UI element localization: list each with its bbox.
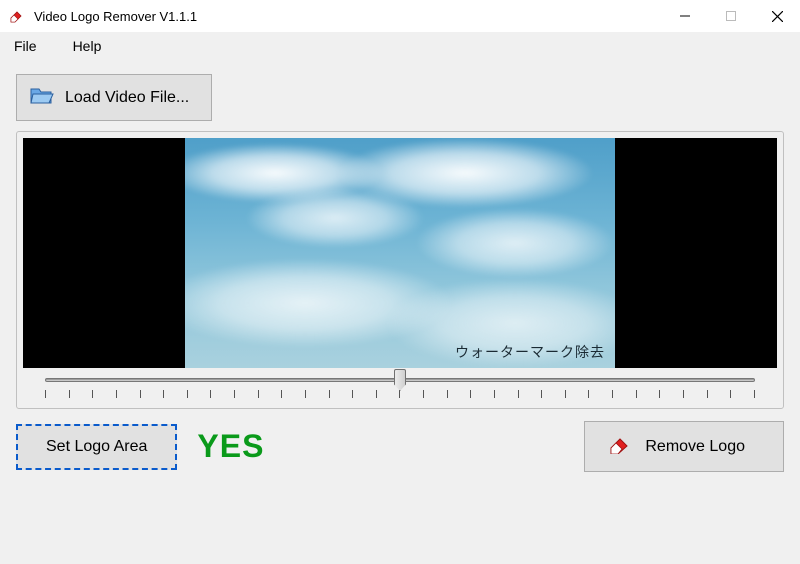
menu-bar: File Help xyxy=(0,32,800,60)
minimize-button[interactable] xyxy=(662,0,708,32)
open-folder-icon xyxy=(29,83,55,112)
app-eraser-icon xyxy=(8,8,24,24)
seek-slider-thumb[interactable] xyxy=(394,369,406,391)
video-preview: ウォーターマーク除去 xyxy=(23,138,777,368)
seek-slider[interactable] xyxy=(45,378,755,382)
load-video-button[interactable]: Load Video File... xyxy=(16,74,212,121)
video-frame: ウォーターマーク除去 xyxy=(185,138,615,368)
remove-logo-label: Remove Logo xyxy=(645,438,745,456)
close-button[interactable] xyxy=(754,0,800,32)
preview-panel: ウォーターマーク除去 xyxy=(16,131,784,409)
remove-logo-button[interactable]: Remove Logo xyxy=(584,421,784,472)
watermark-text: ウォーターマーク除去 xyxy=(455,342,605,362)
seek-slider-ticks xyxy=(45,390,755,398)
title-bar: Video Logo Remover V1.1.1 xyxy=(0,0,800,32)
menu-help[interactable]: Help xyxy=(67,36,108,56)
menu-file[interactable]: File xyxy=(8,36,43,56)
set-logo-area-label: Set Logo Area xyxy=(46,438,147,455)
status-text: YES xyxy=(197,428,264,465)
set-logo-area-button[interactable]: Set Logo Area xyxy=(16,424,177,470)
load-video-label: Load Video File... xyxy=(65,89,189,107)
window-title: Video Logo Remover V1.1.1 xyxy=(34,9,197,24)
eraser-icon xyxy=(607,434,631,459)
maximize-button xyxy=(708,0,754,32)
